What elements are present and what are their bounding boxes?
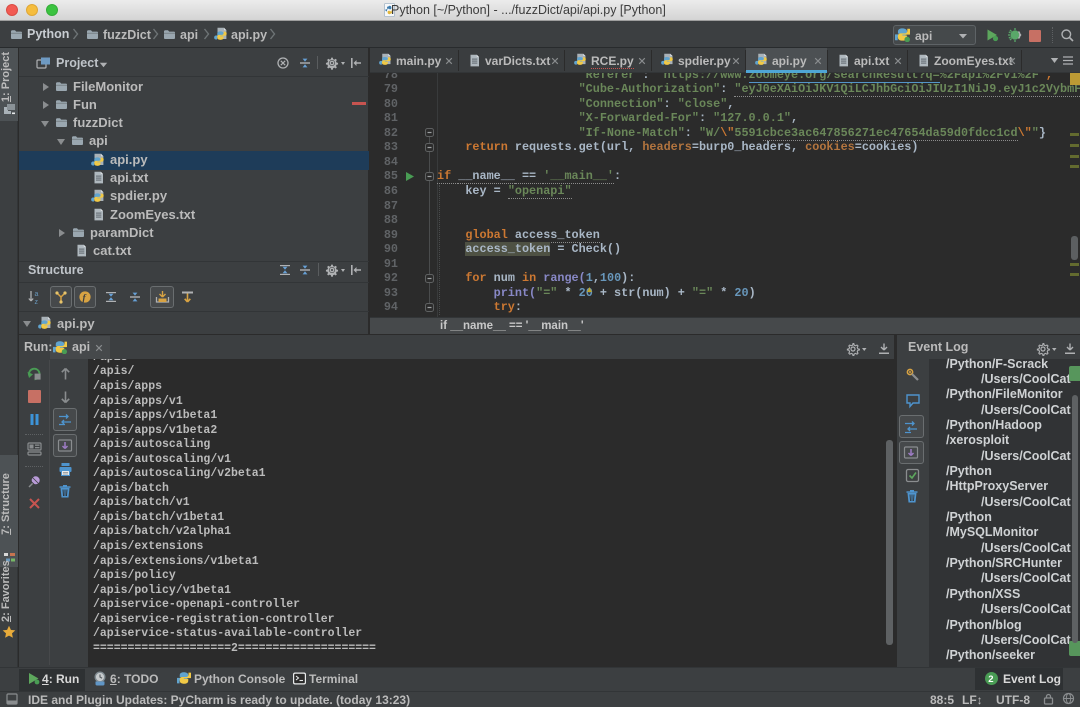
- svg-text:a: a: [35, 291, 39, 298]
- svg-text:2: 2: [988, 674, 993, 685]
- svg-text:z: z: [35, 299, 39, 305]
